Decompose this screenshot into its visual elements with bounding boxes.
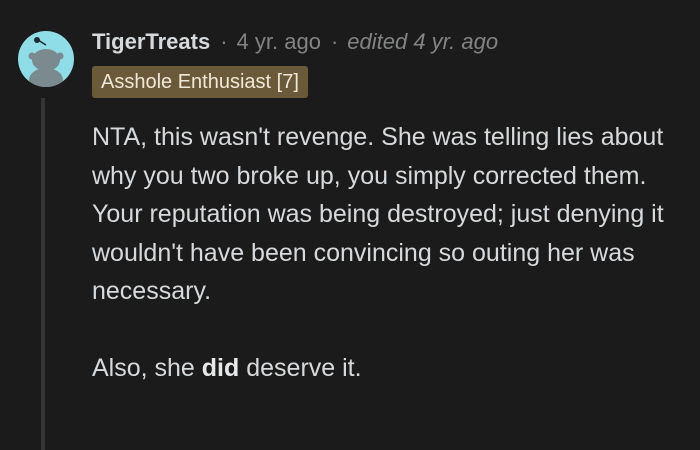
comment: TigerTreats · 4 yr. ago · edited 4 yr. a…	[0, 0, 700, 450]
edited-timestamp: edited 4 yr. ago	[347, 29, 499, 54]
snoo-avatar-icon	[28, 37, 64, 87]
user-avatar[interactable]	[18, 31, 74, 87]
thread-collapse-line[interactable]	[41, 98, 45, 450]
user-flair: Asshole Enthusiast [7]	[92, 66, 308, 98]
meta-separator: ·	[330, 29, 339, 54]
comment-paragraph-final: Also, she did deserve it.	[92, 349, 692, 388]
comment-body: NTA, this wasn't revenge. She was tellin…	[92, 118, 692, 388]
comment-paragraph: NTA, this wasn't revenge. She was tellin…	[92, 123, 664, 306]
paragraph-text: Also, she	[92, 353, 202, 382]
paragraph-text: deserve it.	[239, 353, 362, 382]
bold-emphasis: did	[201, 353, 240, 382]
author-link[interactable]: TigerTreats	[92, 29, 210, 55]
meta-separator: ·	[220, 29, 228, 54]
comment-meta: TigerTreats · 4 yr. ago · edited 4 yr. a…	[92, 26, 498, 58]
comment-timestamp[interactable]: 4 yr. ago	[237, 29, 321, 55]
